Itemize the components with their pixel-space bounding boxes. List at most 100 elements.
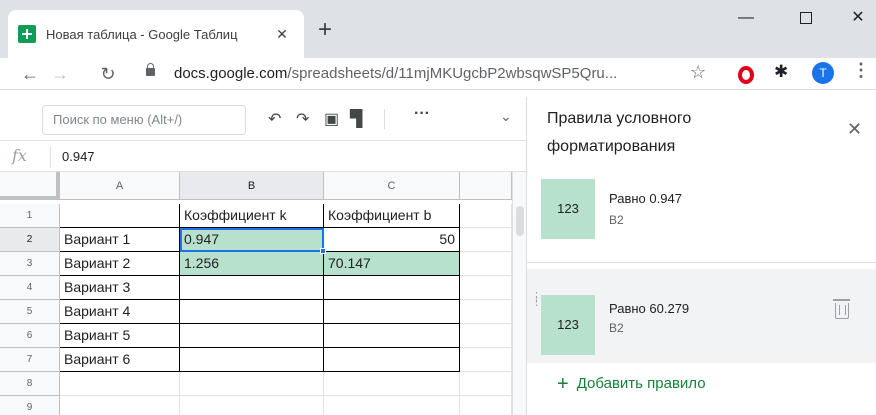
row-header-2[interactable]: 2 — [0, 228, 60, 252]
extensions-puzzle-icon[interactable]: ✱ — [774, 62, 788, 82]
cell-b9[interactable] — [180, 396, 324, 415]
cell-b5[interactable] — [180, 300, 324, 324]
cell-c6[interactable] — [324, 324, 460, 348]
reload-icon[interactable]: ↻ — [96, 60, 120, 88]
cell-d6[interactable] — [460, 324, 512, 348]
row-header-7[interactable]: 7 — [0, 348, 60, 372]
spreadsheet-grid: A B C 1 2 3 4 5 6 7 8 9 Коэффициент k Ко… — [0, 172, 512, 415]
format-rule-1[interactable]: 123 Равно 0.947 B2 — [527, 169, 876, 263]
menu-search-input[interactable]: Поиск по меню (Alt+/) — [42, 105, 246, 135]
cell-d8[interactable] — [460, 372, 512, 396]
cell-b3[interactable]: 1.256 — [180, 252, 324, 276]
select-all-corner[interactable] — [0, 172, 60, 200]
row-header-8[interactable]: 8 — [0, 372, 60, 396]
cell-d3[interactable] — [460, 252, 512, 276]
paint-format-icon[interactable]: ▜ — [350, 109, 362, 129]
add-rule-label: Добавить правило — [576, 375, 706, 392]
row-header-3[interactable]: 3 — [0, 252, 60, 276]
redo-icon[interactable]: ↷ — [296, 109, 309, 129]
formula-input[interactable]: 0.947 — [62, 149, 95, 164]
back-arrow-icon[interactable]: ← — [18, 60, 42, 88]
conditional-format-panel: Правила условного форматирования ✕ 123 Р… — [526, 97, 876, 415]
plus-icon: + — [557, 373, 569, 395]
cell-c7[interactable] — [324, 348, 460, 372]
tab-close-icon[interactable]: ✕ — [274, 26, 290, 43]
column-header-c[interactable]: C — [324, 172, 460, 200]
bookmark-star-icon[interactable]: ☆ — [690, 62, 706, 83]
cell-b4[interactable] — [180, 276, 324, 300]
more-options-icon[interactable]: ··· — [414, 105, 430, 123]
rule-condition: Равно 0.947 — [609, 191, 682, 206]
cell-d9[interactable] — [460, 396, 512, 415]
column-header-d[interactable] — [460, 172, 512, 200]
column-header-a[interactable]: A — [60, 172, 180, 200]
cell-d4[interactable] — [460, 276, 512, 300]
cell-b8[interactable] — [180, 372, 324, 396]
cell-a7[interactable]: Вариант 6 — [60, 348, 180, 372]
browser-menu-icon[interactable]: ⋮ — [852, 60, 870, 81]
cell-b7[interactable] — [180, 348, 324, 372]
cell-c5[interactable] — [324, 300, 460, 324]
print-icon[interactable]: ▣ — [324, 109, 339, 129]
cell-selection-b2 — [180, 228, 326, 254]
cell-a6[interactable]: Вариант 5 — [60, 324, 180, 348]
formula-bar: fx 0.947 — [0, 142, 526, 172]
rule-preview-swatch: 123 — [541, 179, 595, 239]
sheets-favicon-icon — [18, 25, 36, 43]
cell-d2[interactable] — [460, 228, 512, 252]
rule-preview-swatch: 123 — [541, 295, 595, 355]
row-header-6[interactable]: 6 — [0, 324, 60, 348]
add-rule-button[interactable]: + Добавить правило — [557, 373, 706, 396]
forward-arrow-icon[interactable]: → — [48, 60, 72, 88]
cell-d1[interactable] — [460, 204, 512, 228]
cell-b1[interactable]: Коэффициент k — [180, 204, 324, 228]
cell-c9[interactable] — [324, 396, 460, 415]
row-header-4[interactable]: 4 — [0, 276, 60, 300]
browser-tab[interactable]: Новая таблица - Google Таблиц ✕ — [8, 10, 304, 58]
drag-handle-icon[interactable]: ⋮ ⋮ — [531, 292, 542, 315]
cell-c4[interactable] — [324, 276, 460, 300]
lock-icon[interactable] — [146, 63, 155, 76]
row-header-1[interactable]: 1 — [0, 204, 60, 228]
browser-toolbar: ← → ↻ docs.google.com/spreadsheets/d/11m… — [0, 58, 876, 90]
row-header-5[interactable]: 5 — [0, 300, 60, 324]
cell-c3[interactable]: 70.147 — [324, 252, 460, 276]
window-minimize-button[interactable]: — — [726, 2, 766, 34]
new-tab-button[interactable]: + — [318, 14, 332, 46]
address-bar[interactable]: docs.google.com/spreadsheets/d/11mjMKUgc… — [132, 60, 722, 88]
cell-c8[interactable] — [324, 372, 460, 396]
cell-a8[interactable] — [60, 372, 180, 396]
panel-close-icon[interactable]: ✕ — [847, 119, 862, 140]
column-header-b[interactable]: B — [180, 172, 324, 200]
panel-title: Правила условного форматирования — [547, 110, 692, 155]
cell-a9[interactable] — [60, 396, 180, 415]
rule-range: B2 — [609, 213, 624, 227]
cell-a5[interactable]: Вариант 4 — [60, 300, 180, 324]
sheets-toolbar: Поиск по меню (Alt+/) ↶ ↷ ▣ ▜ ··· ⌄ — [0, 97, 526, 141]
profile-avatar[interactable]: T — [812, 62, 834, 84]
delete-rule-icon[interactable] — [833, 299, 850, 319]
undo-icon[interactable]: ↶ — [268, 109, 281, 129]
window-close-button[interactable]: ✕ — [838, 2, 876, 34]
scrollbar-thumb[interactable] — [516, 206, 524, 236]
cell-b6[interactable] — [180, 324, 324, 348]
cell-c1[interactable]: Коэффициент b — [324, 204, 460, 228]
cell-c2[interactable]: 50 — [324, 228, 460, 252]
row-header-9[interactable]: 9 — [0, 396, 60, 415]
url-text[interactable]: docs.google.com/spreadsheets/d/11mjMKUgc… — [174, 65, 617, 82]
format-rule-2[interactable]: ⋮ ⋮ 123 Равно 60.279 B2 — [527, 269, 876, 363]
formula-divider — [50, 146, 51, 168]
cell-d5[interactable] — [460, 300, 512, 324]
window-maximize-button[interactable] — [786, 2, 826, 34]
cell-a4[interactable]: Вариант 3 — [60, 276, 180, 300]
cell-a3[interactable]: Вариант 2 — [60, 252, 180, 276]
maximize-icon — [800, 11, 812, 24]
tab-title: Новая таблица - Google Таблиц — [46, 26, 238, 42]
opera-extension-icon[interactable] — [738, 66, 754, 84]
cell-a1[interactable] — [60, 204, 180, 228]
cell-a2[interactable]: Вариант 1 — [60, 228, 180, 252]
cell-d7[interactable] — [460, 348, 512, 372]
collapse-toolbar-icon[interactable]: ⌄ — [500, 108, 512, 125]
grid-vertical-scrollbar[interactable] — [512, 172, 526, 415]
fill-handle[interactable] — [320, 248, 326, 254]
